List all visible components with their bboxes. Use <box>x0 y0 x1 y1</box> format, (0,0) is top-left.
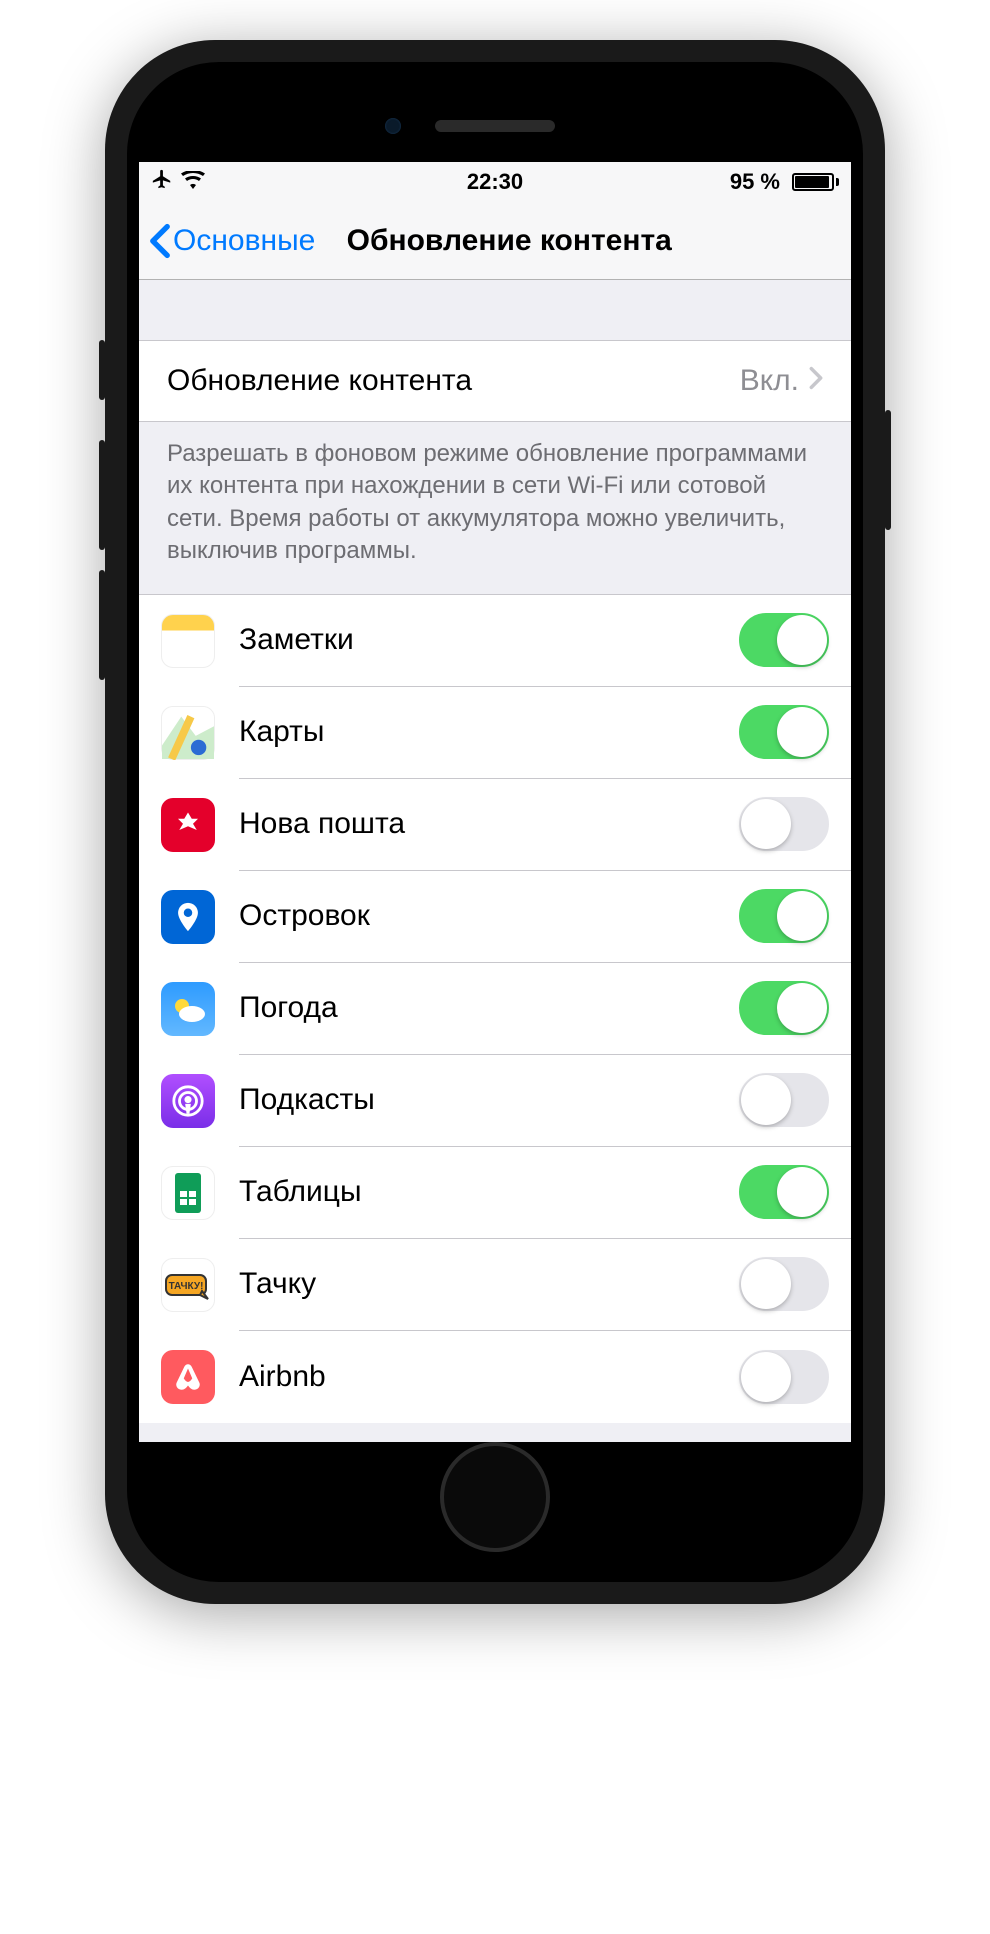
notes-app-icon <box>161 614 215 668</box>
app-toggle[interactable] <box>739 613 829 667</box>
status-time: 22:30 <box>467 169 523 195</box>
svg-text:ТАЧКУ!: ТАЧКУ! <box>169 1281 204 1292</box>
status-bar: 22:30 95 % <box>139 162 851 202</box>
app-row: Заметки <box>139 595 851 687</box>
app-name-label: Тачку <box>239 1267 739 1301</box>
background-refresh-master-cell[interactable]: Обновление контента Вкл. <box>139 340 851 422</box>
app-list: Заметки Карты Нова пошта Островок Погода Подк… <box>139 594 851 1423</box>
app-toggle[interactable] <box>739 705 829 759</box>
app-toggle[interactable] <box>739 889 829 943</box>
app-name-label: Заметки <box>239 623 739 657</box>
phone-frame: 22:30 95 % Основные Обновление контента <box>105 40 885 1604</box>
chevron-left-icon <box>149 223 171 259</box>
app-row: Карты <box>139 687 851 779</box>
app-name-label: Подкасты <box>239 1083 739 1117</box>
nova-app-icon <box>161 798 215 852</box>
app-row: Таблицы <box>139 1147 851 1239</box>
app-row: Погода <box>139 963 851 1055</box>
screen: 22:30 95 % Основные Обновление контента <box>139 162 851 1442</box>
app-name-label: Таблицы <box>239 1175 739 1209</box>
app-row: Нова пошта <box>139 779 851 871</box>
app-toggle[interactable] <box>739 1350 829 1404</box>
app-name-label: Погода <box>239 991 739 1025</box>
section-footer: Разрешать в фоновом режиме обновление пр… <box>139 422 851 594</box>
app-row: Островок <box>139 871 851 963</box>
nav-bar: Основные Обновление контента <box>139 202 851 280</box>
airbnb-app-icon <box>161 1350 215 1404</box>
app-toggle[interactable] <box>739 1165 829 1219</box>
tachku-app-icon: ТАЧКУ! <box>161 1258 215 1312</box>
app-row: Airbnb <box>139 1331 851 1423</box>
earpiece-speaker <box>435 120 555 132</box>
app-toggle[interactable] <box>739 981 829 1035</box>
chevron-right-icon <box>809 364 823 398</box>
app-row: Подкасты <box>139 1055 851 1147</box>
back-button[interactable]: Основные <box>149 223 315 259</box>
wifi-icon <box>181 169 205 195</box>
app-toggle[interactable] <box>739 1073 829 1127</box>
section-spacer <box>139 280 851 340</box>
volume-up <box>99 440 105 550</box>
podcast-app-icon <box>161 1074 215 1128</box>
app-name-label: Нова пошта <box>239 807 739 841</box>
battery-percent: 95 % <box>730 169 780 195</box>
app-row: ТАЧКУ! Тачку <box>139 1239 851 1331</box>
back-label: Основные <box>173 224 315 258</box>
battery-icon <box>788 173 839 191</box>
mute-switch <box>99 340 105 400</box>
master-value: Вкл. <box>740 364 799 398</box>
app-name-label: Островок <box>239 899 739 933</box>
master-label: Обновление контента <box>167 364 740 398</box>
app-toggle[interactable] <box>739 797 829 851</box>
volume-down <box>99 570 105 680</box>
page-title: Обновление контента <box>347 224 672 258</box>
power-button <box>885 410 891 530</box>
app-toggle[interactable] <box>739 1257 829 1311</box>
home-button[interactable] <box>440 1442 550 1552</box>
ostrov-app-icon <box>161 890 215 944</box>
maps-app-icon <box>161 706 215 760</box>
app-name-label: Airbnb <box>239 1360 739 1394</box>
app-name-label: Карты <box>239 715 739 749</box>
front-camera <box>385 118 401 134</box>
airplane-mode-icon <box>151 168 173 196</box>
weather-app-icon <box>161 982 215 1036</box>
sheets-app-icon <box>161 1166 215 1220</box>
